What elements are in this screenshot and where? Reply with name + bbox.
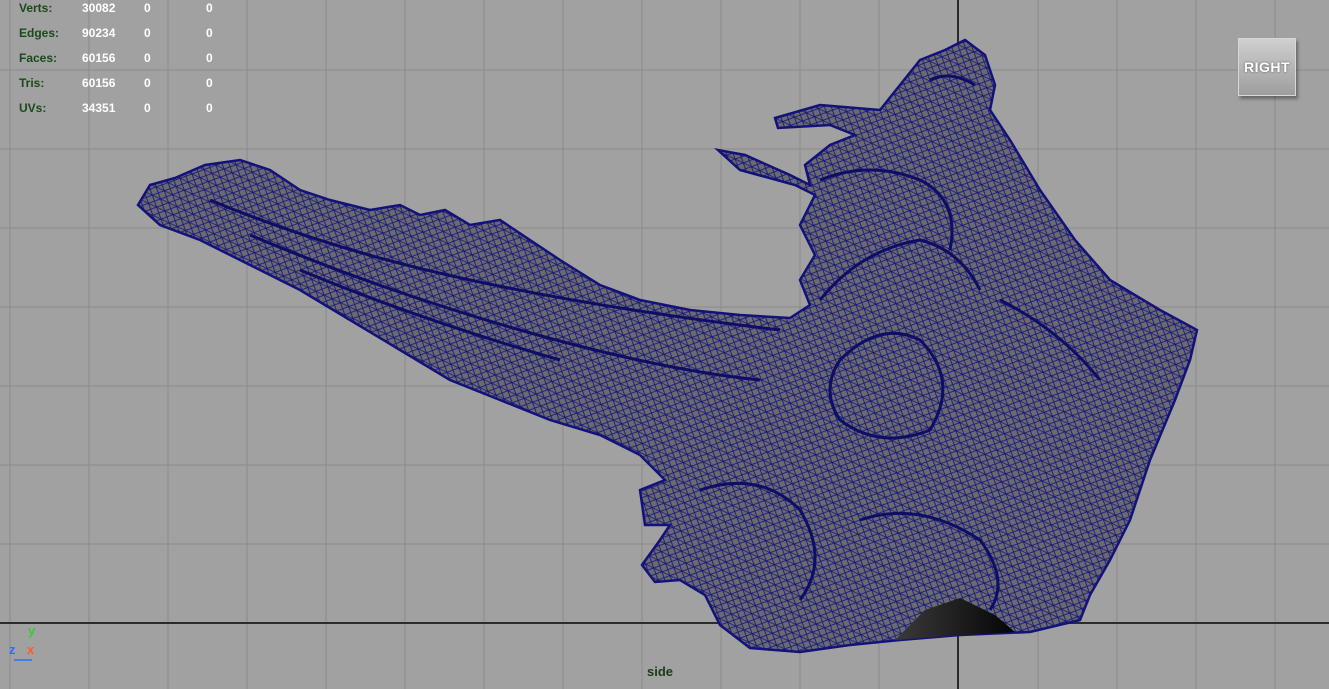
hud-value: 0 [206,26,213,40]
axis-indicator: y z x [6,622,46,662]
driftwood-mesh-wireframe[interactable] [0,0,1329,689]
hud-value: 0 [144,26,151,40]
viewcube-right[interactable]: RIGHT [1238,38,1296,96]
hud-value: 0 [144,51,151,65]
hud-label: Faces: [19,51,58,65]
hud-label: UVs: [19,101,47,115]
hud-label: Tris: [19,76,45,90]
hud-value: 34351 [82,101,116,115]
hud-value: 0 [206,101,213,115]
hud-value: 0 [144,76,151,90]
viewport-side[interactable]: Verts: 30082 0 0 Edges: 90234 0 0 Faces:… [0,0,1329,689]
hud-value: 0 [144,101,151,115]
hud-value: 0 [206,76,213,90]
hud-value: 60156 [82,76,116,90]
hud-value: 0 [206,1,213,15]
hud-value: 90234 [82,26,116,40]
hud-value: 60156 [82,51,116,65]
hud-label: Verts: [19,1,53,15]
hud-value: 30082 [82,1,116,15]
hud-value: 0 [206,51,213,65]
hud-value: 0 [144,1,151,15]
hud-label: Edges: [19,26,60,40]
driftwood-body[interactable] [136,38,1199,654]
viewcube-label: RIGHT [1243,59,1291,75]
axis-gizmo-lines [14,659,32,661]
camera-name-label: side [646,664,673,679]
